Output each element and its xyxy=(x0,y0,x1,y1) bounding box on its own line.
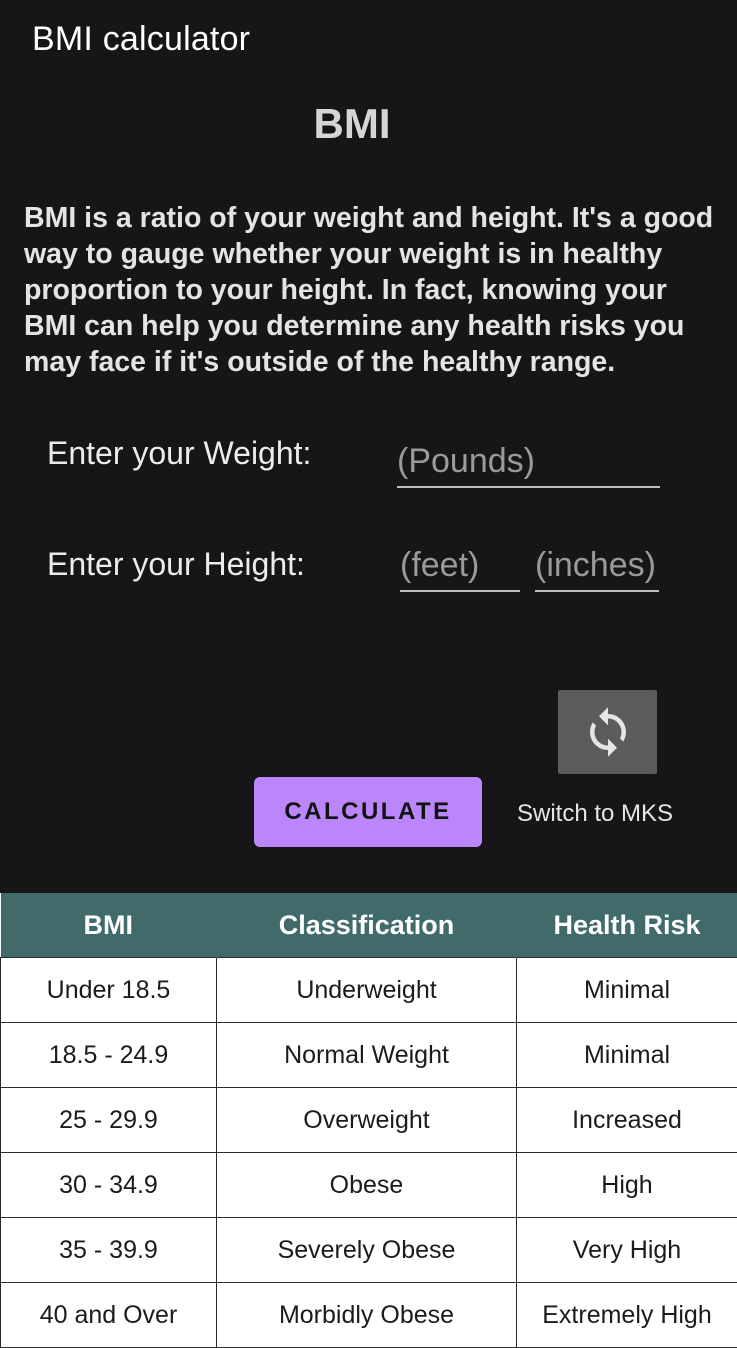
table-row: 25 - 29.9 Overweight Increased xyxy=(0,1087,737,1153)
cell-bmi: 40 and Over xyxy=(0,1282,217,1348)
height-label: Enter your Height: xyxy=(47,546,305,582)
cell-bmi: 30 - 34.9 xyxy=(0,1152,217,1218)
table-row: 30 - 34.9 Obese High xyxy=(0,1152,737,1218)
cell-bmi: 25 - 29.9 xyxy=(0,1087,217,1153)
weight-input[interactable] xyxy=(397,442,660,481)
cell-health-risk: High xyxy=(516,1152,737,1218)
header-classification: Classification xyxy=(216,893,517,958)
page-heading: BMI xyxy=(313,100,391,147)
cell-health-risk: Increased xyxy=(516,1087,737,1153)
cell-bmi: 18.5 - 24.9 xyxy=(0,1022,217,1088)
cell-classification: Overweight xyxy=(216,1087,517,1153)
cell-classification: Underweight xyxy=(216,957,517,1023)
cell-classification: Morbidly Obese xyxy=(216,1282,517,1348)
table-row: 18.5 - 24.9 Normal Weight Minimal xyxy=(0,1022,737,1088)
cell-classification: Severely Obese xyxy=(216,1217,517,1283)
weight-label: Enter your Weight: xyxy=(47,435,312,471)
switch-units-label: Switch to MKS xyxy=(517,800,674,827)
feet-field[interactable] xyxy=(400,542,520,592)
bmi-calculator-screen: BMI calculator BMI BMI is a ratio of you… xyxy=(0,0,737,1348)
cell-classification: Obese xyxy=(216,1152,517,1218)
switch-units-button[interactable] xyxy=(558,690,657,774)
cell-health-risk: Minimal xyxy=(516,1022,737,1088)
cell-health-risk: Extremely High xyxy=(516,1282,737,1348)
app-bar-title: BMI calculator xyxy=(32,20,251,58)
refresh-icon xyxy=(589,707,626,757)
inches-input[interactable] xyxy=(535,546,659,585)
inches-field[interactable] xyxy=(535,542,659,592)
table-row: Under 18.5 Underweight Minimal xyxy=(0,957,737,1023)
cell-bmi: Under 18.5 xyxy=(0,957,217,1023)
bmi-description: BMI is a ratio of your weight and height… xyxy=(24,202,714,378)
weight-field[interactable] xyxy=(397,438,660,488)
cell-classification: Normal Weight xyxy=(216,1022,517,1088)
feet-input[interactable] xyxy=(400,546,520,585)
cell-health-risk: Minimal xyxy=(516,957,737,1023)
cell-bmi: 35 - 39.9 xyxy=(0,1217,217,1283)
bmi-classification-table: BMI Classification Health Risk Under 18.… xyxy=(0,893,737,1348)
table-header-row: BMI Classification Health Risk xyxy=(0,893,737,958)
header-health-risk: Health Risk xyxy=(516,893,737,958)
calculate-button[interactable]: CALCULATE xyxy=(254,777,482,847)
cell-health-risk: Very High xyxy=(516,1217,737,1283)
header-bmi: BMI xyxy=(0,893,217,958)
table-row: 40 and Over Morbidly Obese Extremely Hig… xyxy=(0,1282,737,1348)
table-row: 35 - 39.9 Severely Obese Very High xyxy=(0,1217,737,1283)
